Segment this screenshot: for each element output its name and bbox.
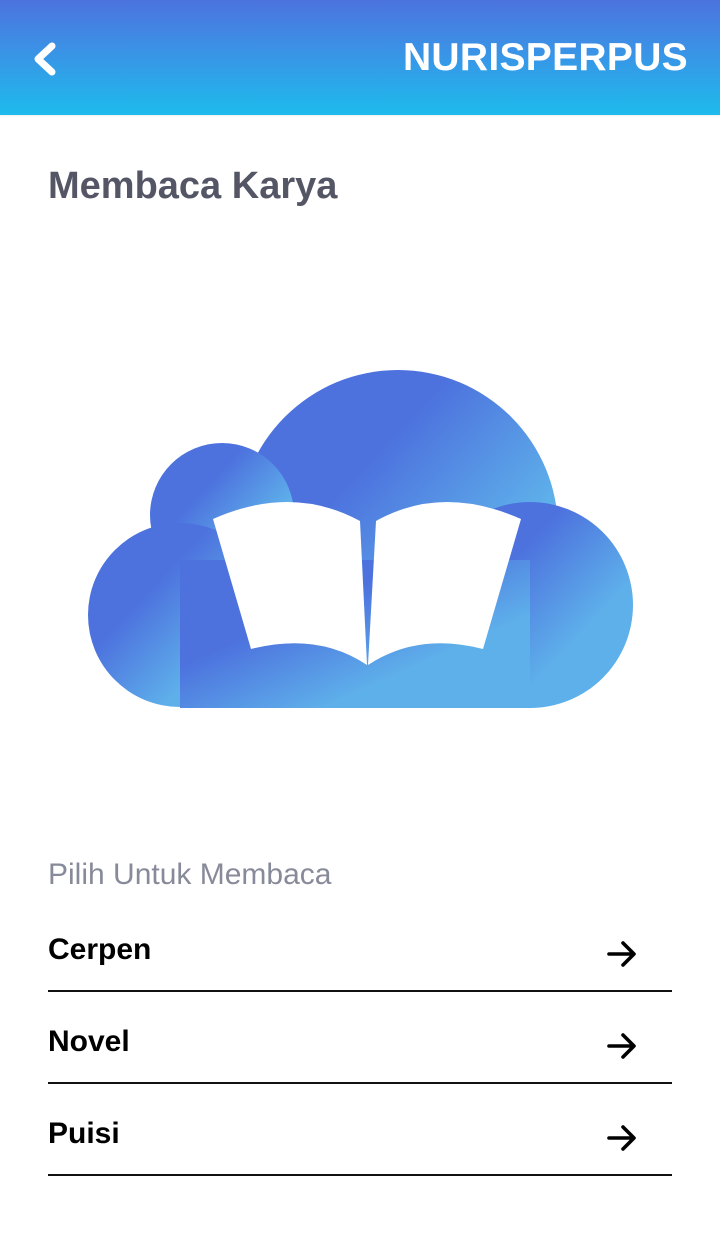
chevron-left-icon <box>34 42 56 76</box>
menu-item-novel[interactable]: Novel <box>48 992 672 1084</box>
cloud-book-icon <box>88 370 633 708</box>
app-brand-title: NURISPERPUS <box>402 36 688 79</box>
back-button[interactable] <box>22 30 70 86</box>
top-app-bar: NURISPERPUS <box>0 0 720 115</box>
page-title: Membaca Karya <box>48 165 338 207</box>
app-screen: NURISPERPUS Membaca Karya Pilih Untuk Me… <box>0 0 720 1236</box>
menu-item-label: Cerpen <box>48 933 152 966</box>
menu-item-label: Puisi <box>48 1117 120 1150</box>
arrow-right-icon <box>607 1033 636 1059</box>
menu-item-cerpen[interactable]: Cerpen <box>48 900 672 992</box>
arrow-right-icon <box>607 941 636 967</box>
reading-category-list: Cerpen Novel Puisi <box>48 900 672 1176</box>
menu-item-puisi[interactable]: Puisi <box>48 1084 672 1176</box>
arrow-right-icon <box>607 1125 636 1151</box>
menu-item-label: Novel <box>48 1025 130 1058</box>
section-label: Pilih Untuk Membaca <box>48 858 332 891</box>
cloud-book-illustration <box>80 360 640 720</box>
